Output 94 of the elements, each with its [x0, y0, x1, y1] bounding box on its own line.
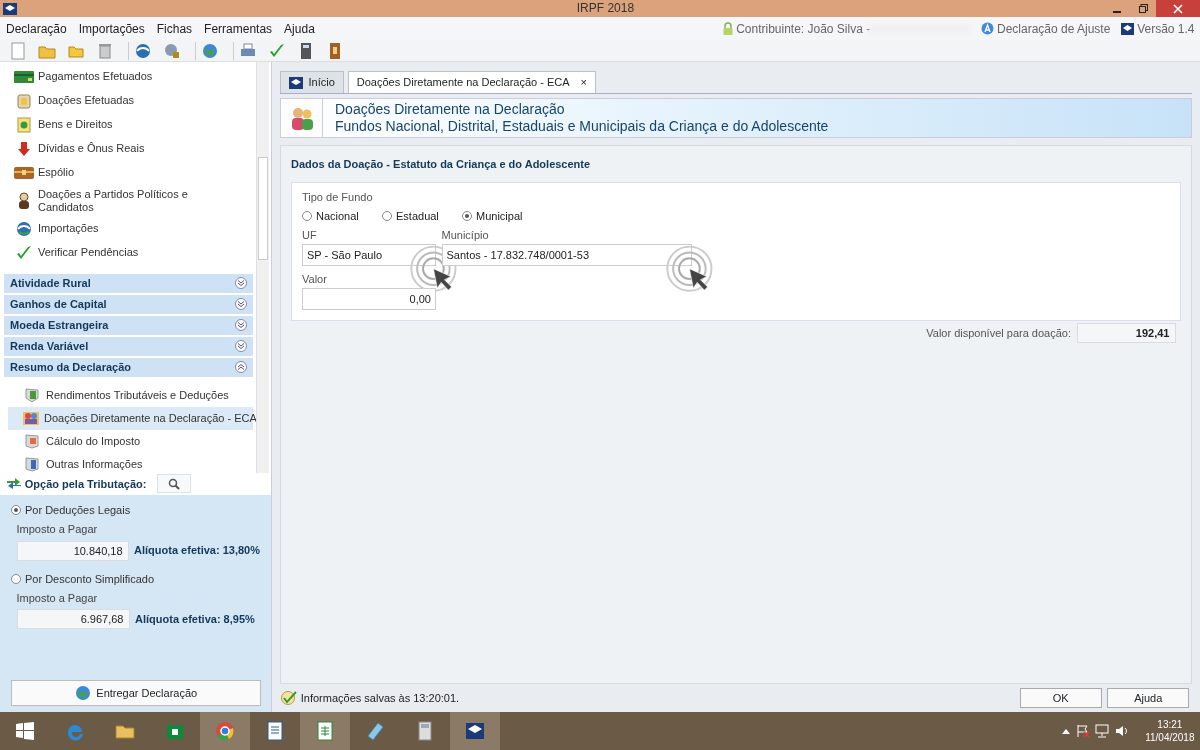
amount-field[interactable]: 6.967,68: [16, 609, 130, 630]
option-label: Por Desconto Simplificado: [25, 571, 154, 587]
radio-button[interactable]: [11, 573, 21, 584]
submit-button[interactable]: Entregar Declaração: [11, 680, 261, 706]
option-label: Municipal: [476, 208, 523, 224]
clock-date: 11/04/2018: [1145, 731, 1195, 744]
field-label: UF: [302, 228, 318, 243]
speaker-icon[interactable]: [1114, 724, 1129, 738]
treasure-chest-icon: [14, 165, 34, 180]
field-label: Imposto a Pagar: [15, 522, 99, 538]
available-label: Valor disponível para doação:: [926, 326, 1071, 341]
option-label: Nacional: [316, 208, 359, 224]
restore-icon[interactable]: [1138, 4, 1148, 13]
page-title: Doações Diretamente na Declaração: [334, 101, 566, 118]
status-message: Informações salvas às 13:20:01.: [300, 690, 460, 706]
sidebar-item[interactable]: Dívidas e Ônus Reais: [0, 136, 253, 161]
search-button[interactable]: [157, 474, 192, 494]
input-field[interactable]: 0,00: [302, 287, 436, 310]
radio-button[interactable]: [11, 505, 21, 516]
tab[interactable]: Início: [280, 71, 344, 93]
app-logo-icon[interactable]: [450, 712, 500, 750]
spreadsheet-icon[interactable]: [300, 712, 350, 750]
section-header[interactable]: Moeda Estrangeira: [4, 315, 253, 335]
app-logo-icon: [2, 2, 17, 15]
available-amount-field: 192,41: [1076, 323, 1176, 344]
contributor-label: Contribuinte: João Silva -: [736, 20, 871, 38]
scrollbar[interactable]: [256, 62, 269, 474]
rate-label: Alíquota efetiva: 13,80%: [134, 543, 260, 559]
declaration-type-label: Declaração de Ajuste: [996, 20, 1111, 38]
section-header[interactable]: Ganhos de Capital: [4, 294, 253, 314]
app-logo-icon: [1121, 22, 1135, 35]
menu-item[interactable]: Importações: [72, 19, 151, 38]
sidebar-item[interactable]: Importações: [0, 216, 253, 241]
flag-icon[interactable]: [1075, 724, 1090, 738]
field-label: Imposto a Pagar: [15, 590, 99, 606]
radio-button[interactable]: [382, 211, 392, 221]
field-label: Tipo de Fundo: [302, 189, 374, 205]
option-label: Estadual: [396, 208, 439, 224]
tax-option-title: Opção pela Tributação:: [24, 476, 147, 492]
menu-item[interactable]: Declaração: [0, 19, 73, 38]
field-label: Município: [441, 228, 490, 243]
sidebar-item[interactable]: Pagamentos Efetuados: [0, 64, 253, 89]
section-header[interactable]: Atividade Rural: [4, 273, 253, 293]
caret-up-icon[interactable]: [1062, 728, 1071, 734]
sidebar-item[interactable]: Cálculo do Imposto: [8, 429, 253, 453]
sidebar-item[interactable]: Espólio: [0, 160, 253, 185]
swap-arrows-icon: [6, 476, 22, 491]
tab[interactable]: Doações Diretamente na Declaração - ECA ×: [347, 71, 596, 93]
people-icon: [22, 410, 40, 427]
radio-button[interactable]: [302, 211, 312, 221]
sidebar-item[interactable]: Rendimentos Tributáveis e Deduções: [8, 383, 253, 407]
field-label: Valor: [302, 272, 328, 287]
close-icon[interactable]: [1173, 3, 1183, 14]
app-logo-icon: [289, 76, 303, 89]
radio-button[interactable]: [462, 211, 472, 221]
menu-item[interactable]: Ferramentas: [198, 19, 279, 38]
expand-icon: [235, 298, 247, 311]
section-header[interactable]: Resumo da Declaração: [4, 357, 253, 377]
option-label: Por Deduções Legais: [25, 503, 131, 519]
padlock-icon: [723, 22, 734, 35]
dialog-button[interactable]: OK: [1019, 688, 1102, 708]
globe-icon: [16, 220, 32, 237]
amount-field[interactable]: 10.840,18: [16, 540, 129, 561]
expand-icon: [235, 340, 247, 353]
dialog-button[interactable]: Ajuda: [1107, 688, 1190, 708]
page-subtitle: Fundos Nacional, Distrital, Estaduais e Municipais da Criança e do Adolescente: [334, 118, 829, 135]
section-title: Dados da Doação - Estatuto da Criança e do Adolescente: [291, 157, 592, 172]
letter-a-circle-icon: [981, 22, 995, 35]
check-badge-icon: [280, 690, 298, 706]
dropdown[interactable]: Santos - 17.832.748/0001-53: [441, 243, 692, 266]
rate-label: Alíquota efetiva: 8,95%: [135, 611, 255, 627]
dropdown[interactable]: SP - São Paulo: [302, 243, 436, 266]
sidebar-item[interactable]: Verificar Pendências: [0, 240, 253, 265]
check-icon: [16, 244, 32, 261]
window-title: IRPF 2018: [576, 0, 635, 17]
sidebar-item[interactable]: Doações a Partidos Políticos e Candidatos: [0, 184, 253, 217]
expand-icon: [235, 319, 247, 332]
menu-item[interactable]: Fichas: [150, 19, 199, 38]
close-tab-icon[interactable]: ×: [580, 74, 587, 91]
down-arrow-icon: [17, 140, 31, 157]
expand-icon: [235, 277, 247, 290]
person-icon: [18, 191, 30, 210]
sidebar-item[interactable]: Outras Informações: [8, 452, 253, 474]
collapse-icon: [235, 361, 247, 374]
sidebar-item[interactable]: Doações Efetuadas: [0, 88, 253, 113]
clock-time: 13:21: [1156, 718, 1184, 731]
search-icon: [168, 477, 181, 490]
earth-icon: [74, 685, 91, 701]
network-icon[interactable]: [1095, 724, 1110, 738]
sidebar-item[interactable]: Bens e Direitos: [0, 112, 253, 137]
section-header[interactable]: Renda Variável: [4, 336, 253, 356]
menu-item[interactable]: Ajuda: [278, 19, 321, 38]
version-label: Versão 1.4: [1137, 20, 1195, 38]
card-icon: [14, 69, 34, 84]
